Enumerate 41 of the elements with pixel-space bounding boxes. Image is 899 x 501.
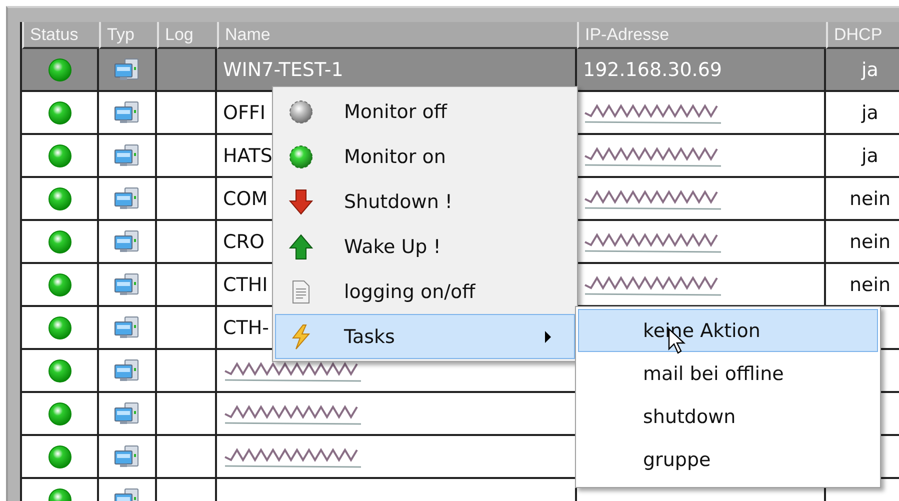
status-dot-icon [48,100,72,124]
table-cell: nein [826,221,899,264]
status-dot-icon [48,186,72,210]
lightning-icon [290,324,312,350]
status-dot-icon [48,402,72,426]
computer-icon [113,58,141,82]
menu-item[interactable]: shutdown [578,395,878,438]
status-dot-icon [48,444,72,468]
status-dot-icon [48,358,72,382]
menu-item[interactable]: gruppe [578,438,878,481]
table-cell: ja [826,92,899,135]
status-dot-icon [48,272,72,296]
computer-icon [113,100,141,124]
status-dot-icon [48,58,72,82]
down-arrow-icon [289,188,313,214]
computer-icon [113,230,141,254]
table-cell: 192.168.30.69 [577,49,826,92]
table-cell: nein [826,178,899,221]
up-arrow-icon [289,234,313,260]
status-dot-icon [48,230,72,254]
computer-icon [113,186,141,210]
menu-item[interactable]: Tasks [275,314,575,359]
computer-icon [113,358,141,382]
computer-icon [113,402,141,426]
menu-item[interactable]: mail bei offline [578,352,878,395]
status-dot-icon [48,316,72,340]
menu-item[interactable]: Monitor off [275,89,575,134]
computer-icon [113,316,141,340]
submenu-arrow-icon [544,330,552,342]
inactive-dot-icon [289,100,313,124]
menu-item[interactable]: Monitor on [275,134,575,179]
menu-item[interactable]: keine Aktion [578,309,878,352]
document-icon [291,280,311,304]
menu-item[interactable]: Shutdown ! [275,179,575,224]
active-dot-icon [289,144,313,168]
computer-icon [113,272,141,296]
table-cell: ja [826,135,899,178]
status-dot-icon [48,144,72,168]
table-cell: ja [826,49,899,92]
computer-icon [113,144,141,168]
computer-icon [113,444,141,468]
